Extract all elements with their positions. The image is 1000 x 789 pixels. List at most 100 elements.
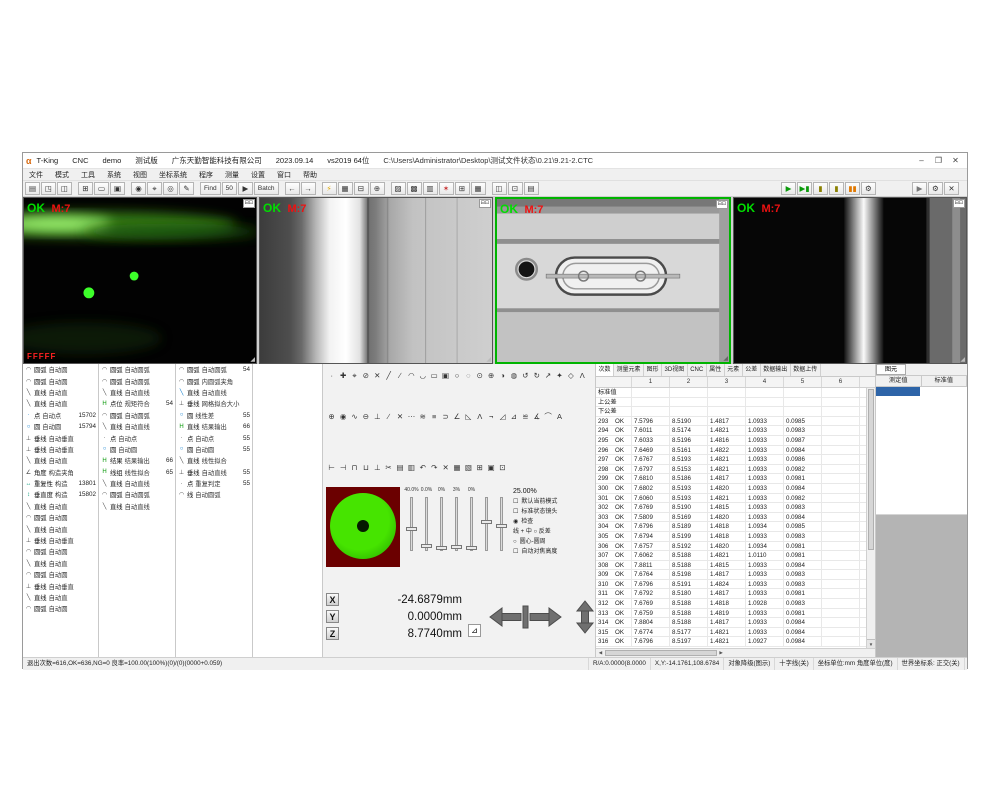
speed-button[interactable]: 50: [222, 182, 237, 195]
measure-item[interactable]: ╲直线自动直: [23, 387, 98, 398]
measure-item[interactable]: H点位规矩符合54: [99, 398, 175, 409]
step-button[interactable]: ▶▮: [797, 182, 812, 195]
measure-item[interactable]: ╲直线自动直: [23, 523, 98, 534]
pattern-a-icon[interactable]: ▨: [391, 182, 406, 195]
camera-option[interactable]: ○圆心-圆周: [513, 537, 592, 547]
slider-handle[interactable]: [466, 546, 477, 550]
grid-icon[interactable]: ⊞: [78, 182, 93, 195]
wave-tool-icon[interactable]: ∿: [349, 411, 360, 422]
cut-icon[interactable]: ✕: [944, 182, 959, 195]
table-row[interactable]: 307OK7.60628.51881.48211.01100.0981: [596, 551, 866, 561]
table-tab-数据输出[interactable]: 数据输出: [761, 364, 791, 376]
slope-tool-icon[interactable]: ∕: [383, 411, 394, 422]
light-slider[interactable]: [449, 495, 464, 553]
camera-controls[interactable]: ⊟⊡: [479, 199, 491, 208]
rotate-cw-tool-icon[interactable]: ↻: [531, 370, 542, 381]
right-triangle-tool-icon[interactable]: ⊿: [508, 411, 519, 422]
magnifier-icon[interactable]: ◎: [163, 182, 178, 195]
camera-option[interactable]: ☐标准状态镜头: [513, 507, 592, 517]
measure-item[interactable]: ⊥垂线网格拟合大小: [176, 398, 252, 409]
mark1-button[interactable]: ▮: [813, 182, 828, 195]
open-file-icon[interactable]: ◳: [41, 182, 56, 195]
measure-item[interactable]: ╲直线自动直线: [99, 501, 175, 512]
arc-tool-icon[interactable]: ◠: [406, 370, 417, 381]
corner-tool-icon[interactable]: ¬: [485, 411, 496, 422]
pen-icon[interactable]: ✎: [179, 182, 194, 195]
table-row[interactable]: 315OK7.67748.51771.48211.09330.0984: [596, 628, 866, 638]
maximize-button[interactable]: ❐: [930, 154, 947, 167]
measure-item[interactable]: ╲直线自动直: [23, 501, 98, 512]
peak-tool-icon[interactable]: Λ: [474, 411, 485, 422]
measure-item[interactable]: ◠圆弧自动圆弧: [99, 489, 175, 500]
measure-item[interactable]: ⊥垂线自动垂直: [23, 444, 98, 455]
menu-item-设置[interactable]: 设置: [245, 170, 271, 180]
slider-handle[interactable]: [496, 524, 507, 528]
menu-item-文件[interactable]: 文件: [23, 170, 49, 180]
up-tack-tool-icon[interactable]: ⊥: [372, 462, 383, 473]
batch-button[interactable]: Batch: [254, 182, 279, 195]
table-tab-CNC[interactable]: CNC: [688, 364, 707, 376]
save2-icon[interactable]: ◫: [492, 182, 507, 195]
light-slider[interactable]: [434, 495, 449, 553]
congruent-tool-icon[interactable]: ≌: [520, 411, 531, 422]
measure-item[interactable]: H线组线性拟合65: [99, 467, 175, 478]
resize-grip-icon[interactable]: ◢: [250, 356, 255, 363]
measure-item[interactable]: ∠角度构造夹角: [23, 467, 98, 478]
table-row[interactable]: 304OK7.67968.51891.48181.09340.0985: [596, 522, 866, 532]
new-file-icon[interactable]: ▤: [25, 182, 40, 195]
camera-view-2[interactable]: OK M:7 ⊟⊡ ◢: [259, 197, 493, 364]
layers-icon[interactable]: ▣: [110, 182, 125, 195]
pointer-icon[interactable]: ▶: [238, 182, 253, 195]
measure-item[interactable]: H直线结果输出66: [176, 421, 252, 432]
camera-view-1[interactable]: OK M:7 ⊟⊡ FFFFF ◢: [23, 197, 257, 364]
menu-item-测量[interactable]: 测量: [219, 170, 245, 180]
tee-left-tool-icon[interactable]: ⊢: [326, 462, 337, 473]
report-tool-icon[interactable]: ▥: [406, 462, 417, 473]
dots-tool-icon[interactable]: ⋯: [406, 411, 417, 422]
add-grid-tool-icon[interactable]: ⊞: [474, 462, 485, 473]
slider-handle[interactable]: [436, 546, 447, 550]
minimize-button[interactable]: –: [913, 154, 930, 167]
grid2-icon[interactable]: ⊞: [455, 182, 470, 195]
table-tab-元素[interactable]: 元素: [725, 364, 743, 376]
measure-item[interactable]: H结果结果输出66: [99, 455, 175, 466]
slider-handle[interactable]: [421, 544, 432, 548]
notebook-tool-icon[interactable]: ▤: [394, 462, 405, 473]
pause-button[interactable]: ▮▮: [845, 182, 860, 195]
measure-item[interactable]: ○圆线性差55: [176, 410, 252, 421]
measure-item[interactable]: ╲直线自动直: [23, 398, 98, 409]
find-button[interactable]: Find: [200, 182, 221, 195]
diag-grid-tool-icon[interactable]: ▧: [463, 462, 474, 473]
horizontal-jog-icon[interactable]: [489, 602, 563, 632]
vertex-tool-icon[interactable]: Λ: [577, 370, 588, 381]
table-row[interactable]: 310OK7.67968.51911.48241.09330.0983: [596, 580, 866, 590]
center-circle-tool-icon[interactable]: ⊙: [474, 370, 485, 381]
chord-tool-icon[interactable]: ⌒: [542, 411, 553, 422]
menu-item-工具[interactable]: 工具: [75, 170, 101, 180]
diamond-tool-icon[interactable]: ◇: [565, 370, 576, 381]
measure-item[interactable]: ·点自动点15702: [23, 410, 98, 421]
bullseye-tool-icon[interactable]: ◉: [337, 411, 348, 422]
circle-tool-icon[interactable]: ○: [451, 370, 462, 381]
table-special-row[interactable]: 上公差: [596, 398, 866, 408]
table-tab-数据上传[interactable]: 数据上传: [791, 364, 821, 376]
filled-rect-tool-icon[interactable]: ▣: [440, 370, 451, 381]
output-tool-icon[interactable]: ⊡: [497, 462, 508, 473]
measure-item[interactable]: ·点自动点: [99, 432, 175, 443]
print-icon[interactable]: ⊡: [508, 182, 523, 195]
table-tab-测量元素[interactable]: 测量元素: [614, 364, 644, 376]
pattern-c-icon[interactable]: ▥: [423, 182, 438, 195]
table-special-row[interactable]: 下公差: [596, 407, 866, 417]
slider-handle[interactable]: [481, 520, 492, 524]
dashed-circle-tool-icon[interactable]: ◌: [463, 370, 474, 381]
camera-option[interactable]: 线 + 中 ○ 反差: [513, 527, 592, 537]
table-row[interactable]: 308OK7.88118.51881.48151.09330.0984: [596, 561, 866, 571]
plus-circle-tool-icon[interactable]: ⊕: [485, 370, 496, 381]
table-row[interactable]: 314OK7.88048.51881.48171.09330.0984: [596, 618, 866, 628]
light-slider[interactable]: [464, 495, 479, 553]
intersect-tool-icon[interactable]: ✕: [372, 370, 383, 381]
wedge-tool-icon[interactable]: ◿: [497, 411, 508, 422]
measure-item[interactable]: ◠圆弧自动圆: [23, 546, 98, 557]
menu-item-程序[interactable]: 程序: [193, 170, 219, 180]
vertical-jog-icon[interactable]: [575, 600, 595, 634]
